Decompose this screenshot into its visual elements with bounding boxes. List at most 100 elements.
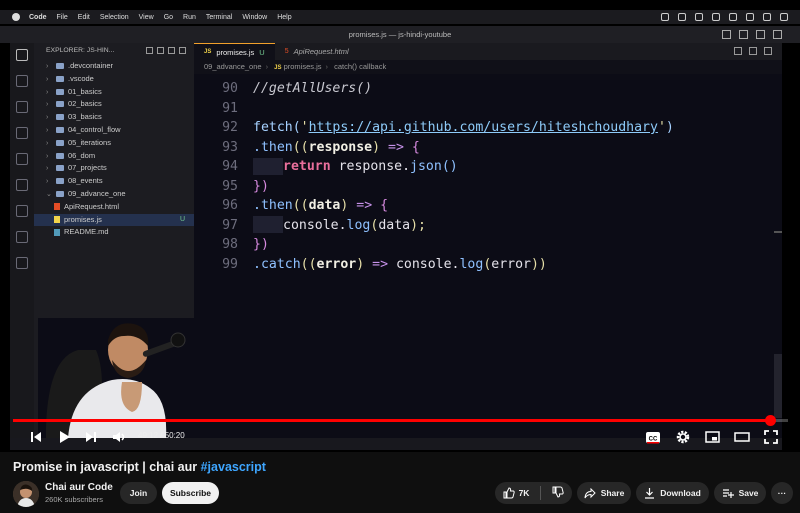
previous-button[interactable]	[27, 428, 45, 446]
tree-item-label: 01_basics	[68, 86, 102, 96]
mac-menu-item: Go	[163, 13, 174, 21]
like-button[interactable]: 7K	[503, 487, 529, 499]
code-line: 97 console.log(data);	[222, 216, 426, 233]
mac-menu-item: Run	[183, 13, 196, 21]
tree-item[interactable]: › 04_control_flow	[34, 124, 194, 137]
collapse-icon	[179, 47, 186, 54]
video-title-text: Promise in javascript | chai aur	[13, 460, 201, 474]
save-button[interactable]: Save	[714, 482, 766, 504]
play-icon	[60, 431, 70, 443]
tree-item-label: promises.js	[64, 214, 102, 224]
status-icon	[712, 13, 720, 21]
download-icon	[645, 488, 655, 499]
youtube-watch-page: Code File Edit Selection View Go Run Ter…	[0, 0, 800, 513]
fullscreen-icon	[764, 430, 778, 444]
volume-icon	[113, 432, 125, 442]
join-button[interactable]: Join	[120, 482, 157, 504]
svg-text:CC: CC	[649, 436, 658, 442]
tree-item[interactable]: › 07_projects	[34, 162, 194, 175]
refresh-icon	[168, 47, 175, 54]
mac-menu-item: Help	[277, 13, 292, 21]
tree-item[interactable]: › 08_events	[34, 175, 194, 188]
fullscreen-button[interactable]	[762, 428, 780, 446]
miniplayer-button[interactable]	[703, 428, 721, 446]
download-label: Download	[660, 488, 701, 498]
tree-item[interactable]: › 05_iterations	[34, 137, 194, 150]
video-player[interactable]: Code File Edit Selection View Go Run Ter…	[0, 0, 800, 452]
code-line: 94 return response.json()	[222, 157, 458, 175]
player-controls: 49:12 / 50:20 CC	[0, 424, 800, 450]
wifi-icon	[746, 13, 754, 21]
tree-item[interactable]: › 06_dom	[34, 150, 194, 163]
editor-actions	[734, 47, 772, 55]
tree-item[interactable]: › .devcontainer	[34, 60, 194, 73]
tree-item[interactable]: › 03_basics	[34, 111, 194, 124]
progress-bar[interactable]	[13, 415, 788, 426]
apple-icon	[12, 13, 20, 21]
mac-status-icons	[661, 13, 788, 21]
tab-promises-js: JS promises.js U	[194, 43, 275, 60]
next-button[interactable]	[82, 428, 100, 446]
mac-menu-item: Selection	[99, 13, 129, 21]
tree-item[interactable]: promises.js U	[34, 213, 194, 227]
layout-icon	[773, 30, 782, 39]
channel-name[interactable]: Chai aur Code	[45, 482, 113, 493]
window-title: promises.js — js-hindi-youtube	[348, 30, 452, 39]
subscribe-button[interactable]: Subscribe	[162, 482, 219, 504]
download-button[interactable]: Download	[636, 482, 709, 504]
mac-menu-bar: Code File Edit Selection View Go Run Ter…	[0, 10, 800, 24]
tree-item[interactable]: › 01_basics	[34, 86, 194, 99]
mac-menu-item: File	[56, 13, 68, 21]
tab-badge: U	[259, 47, 265, 57]
mute-button[interactable]	[110, 428, 128, 446]
tree-item-label: 06_dom	[68, 150, 96, 160]
previous-icon	[31, 432, 41, 442]
share-button[interactable]: Share	[577, 482, 631, 504]
dislike-button[interactable]	[552, 486, 565, 500]
tree-item-label: README.md	[64, 227, 109, 237]
tree-item[interactable]: README.md	[34, 226, 194, 239]
editor-scrollbar	[774, 354, 782, 418]
battery-icon	[729, 13, 737, 21]
status-icon	[661, 13, 669, 21]
theater-mode-button[interactable]	[733, 428, 751, 446]
play-button[interactable]	[55, 428, 73, 446]
tree-item[interactable]: ⌄ 09_advance_one	[34, 188, 194, 201]
extensions-icon	[16, 153, 28, 165]
subscriber-count: 260K subscribers	[45, 495, 103, 504]
mac-menu-item: Window	[242, 13, 268, 21]
tree-item[interactable]: › 02_basics	[34, 98, 194, 111]
save-label: Save	[738, 488, 759, 498]
captions-button[interactable]: CC	[644, 428, 662, 446]
folder-icon	[56, 63, 64, 70]
source-control-icon	[16, 101, 28, 113]
code-line: 92 fetch('https://api.github.com/users/hi…	[222, 120, 674, 135]
settings-button[interactable]	[674, 428, 692, 446]
folder-icon	[56, 101, 64, 108]
hashtag-link[interactable]: #javascript	[201, 460, 266, 474]
testing-icon	[16, 205, 28, 217]
folder-icon	[56, 152, 64, 159]
folder-icon	[56, 114, 64, 121]
js-file-icon: JS	[274, 65, 282, 71]
file-tree: › .devcontainer › .vscode › 01_basics › 02_basi…	[34, 59, 194, 239]
tree-item-label: 03_basics	[68, 112, 102, 122]
channel-avatar[interactable]	[13, 481, 39, 507]
tree-item-label: .devcontainer	[68, 61, 114, 70]
tab-label: ApiRequest.html	[293, 47, 349, 56]
code-line: 95})	[222, 178, 269, 194]
scroll-marker	[774, 231, 782, 233]
tab-label: promises.js	[216, 47, 255, 57]
folder-icon	[56, 178, 64, 185]
tree-item-label: 02_basics	[68, 99, 102, 109]
next-icon	[86, 432, 96, 442]
more-actions-button[interactable]: ···	[771, 482, 793, 504]
tree-item[interactable]: ApiRequest.html	[34, 201, 194, 214]
share-icon	[584, 487, 596, 498]
tree-item[interactable]: › .vscode	[34, 73, 194, 86]
folder-icon	[56, 139, 64, 146]
editor-tabs: JS promises.js U 5 ApiRequest.html	[194, 43, 782, 60]
folder-icon	[56, 165, 64, 172]
new-file-icon	[146, 47, 153, 54]
search-icon	[763, 13, 771, 21]
